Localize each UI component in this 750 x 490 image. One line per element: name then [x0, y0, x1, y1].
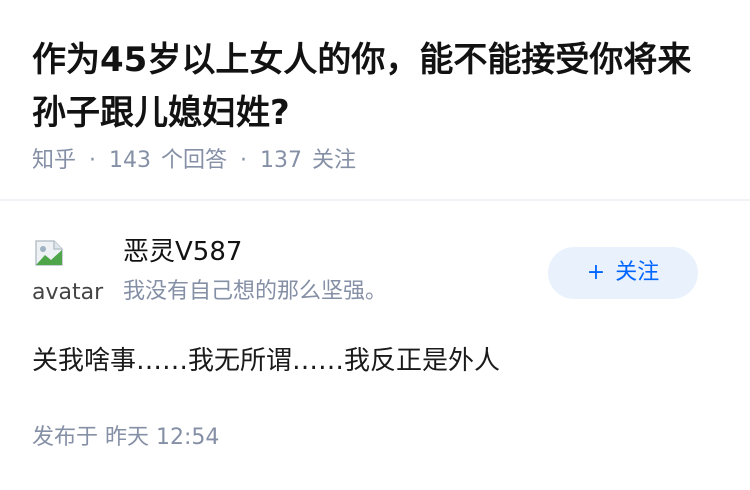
follow-label: 关注: [615, 260, 660, 285]
follower-count: 137: [260, 148, 303, 173]
site-name[interactable]: 知乎: [32, 148, 76, 173]
broken-image-icon: [35, 240, 63, 266]
author-name[interactable]: 恶灵V587: [123, 235, 242, 269]
question-meta: 知乎 · 143 个回答 · 137 关注: [32, 146, 356, 176]
answer-content[interactable]: 关我啥事……我无所谓……我反正是外人: [32, 342, 500, 380]
answer-count-unit: 个回答: [161, 148, 228, 173]
time-prefix: 发布于: [32, 425, 99, 450]
answer-count: 143: [109, 148, 152, 173]
avatar[interactable]: avatar: [32, 239, 104, 311]
follow-button[interactable]: + 关注: [548, 247, 698, 299]
time-value: 昨天 12:54: [105, 425, 220, 450]
separator-dot: ·: [240, 148, 248, 173]
separator-dot: ·: [89, 148, 97, 173]
answer-time: 发布于 昨天 12:54: [32, 423, 219, 453]
question-header: 作为45岁以上女人的你，能不能接受你将来孙子跟儿媳妇姓? 知乎 · 143 个回答 · 1…: [0, 0, 750, 200]
answer-card: avatar 恶灵V587 我没有自己想的那么坚强。 + 关注 关我啥事……我无所…: [0, 201, 750, 490]
author-bio: 我没有自己想的那么坚强。: [123, 279, 388, 304]
avatar-alt-text: avatar: [32, 280, 104, 305]
question-title[interactable]: 作为45岁以上女人的你，能不能接受你将来孙子跟儿媳妇姓?: [32, 34, 722, 140]
content-fade-overlay: [500, 342, 610, 380]
follower-count-unit: 关注: [312, 148, 357, 173]
plus-icon: +: [586, 260, 606, 285]
